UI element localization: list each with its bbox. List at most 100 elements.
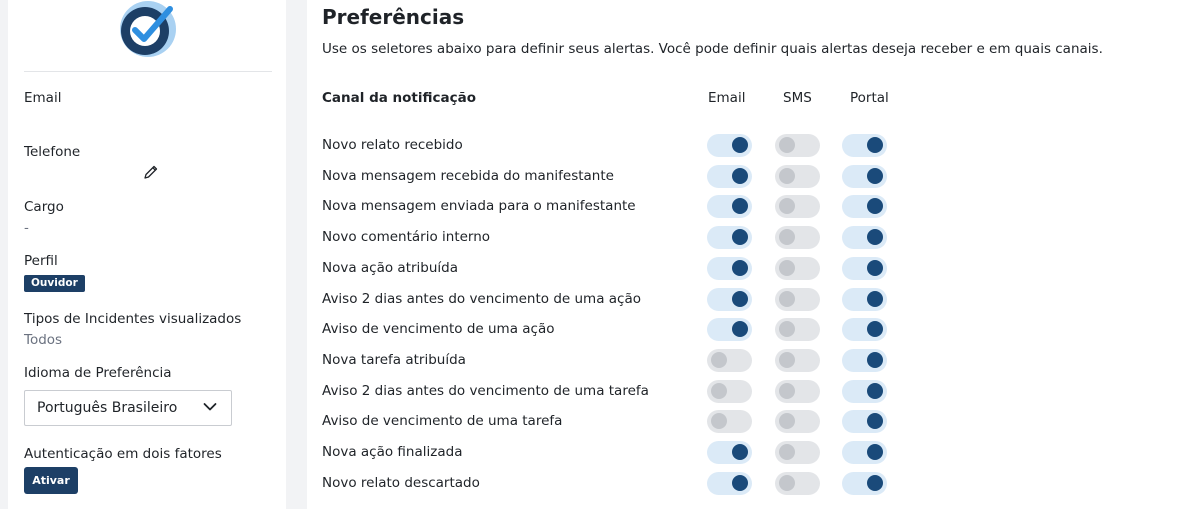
notification-row: Nova tarefa atribuída [307,345,1187,375]
notification-row-label: Novo comentário interno [322,229,491,245]
portal-toggle[interactable] [842,288,887,311]
portal-toggle[interactable] [842,226,887,249]
preferences-panel: Preferências Use os seletores abaixo par… [307,0,1187,509]
language-select-value: Português Brasileiro [37,400,178,416]
toggle-knob [732,168,748,184]
toggle-knob [867,352,883,368]
notification-row-label: Nova ação atribuída [322,260,459,276]
notification-row: Nova mensagem enviada para o manifestant… [307,191,1187,221]
email-toggle[interactable] [707,472,752,495]
email-toggle[interactable] [707,410,752,433]
email-toggle[interactable] [707,134,752,157]
notification-row: Nova mensagem recebida do manifestante [307,161,1187,191]
notification-row-label: Novo relato descartado [322,475,480,491]
toggle-knob [732,137,748,153]
sms-toggle[interactable] [775,226,820,249]
toggle-knob [867,229,883,245]
toggle-knob [779,260,795,276]
toggle-knob [732,229,748,245]
notification-row-label: Nova mensagem recebida do manifestante [322,168,614,184]
email-toggle[interactable] [707,441,752,464]
email-toggle[interactable] [707,165,752,188]
toggle-knob [732,198,748,214]
portal-toggle[interactable] [842,349,887,372]
email-toggle[interactable] [707,257,752,280]
toggle-knob [779,444,795,460]
toggle-knob [867,291,883,307]
pencil-icon[interactable] [143,164,159,180]
sms-toggle[interactable] [775,472,820,495]
sms-toggle[interactable] [775,349,820,372]
notification-row-label: Nova mensagem enviada para o manifestant… [322,198,636,214]
email-label: Email [24,90,62,106]
toggle-knob [779,352,795,368]
two-factor-label: Autenticação em dois fatores [24,446,222,462]
notification-row: Novo relato descartado [307,468,1187,498]
toggle-knob [867,198,883,214]
sms-toggle[interactable] [775,410,820,433]
portal-toggle[interactable] [842,134,887,157]
sms-toggle[interactable] [775,441,820,464]
incident-types-value: Todos [24,332,63,348]
toggle-knob [779,198,795,214]
language-select[interactable]: Português Brasileiro [24,390,232,426]
notification-row: Novo comentário interno [307,222,1187,252]
sms-toggle[interactable] [775,318,820,341]
sms-toggle[interactable] [775,195,820,218]
toggle-knob [779,229,795,245]
profile-badge: Ouvidor [24,275,85,292]
portal-toggle[interactable] [842,410,887,433]
toggle-knob [732,291,748,307]
column-header-email: Email [708,90,746,106]
column-header-channel: Canal da notificação [322,90,477,106]
profile-sidebar: Email Telefone Cargo - Perfil Ouvidor Ti… [8,0,286,509]
toggle-knob [779,168,795,184]
toggle-knob [732,260,748,276]
toggle-knob [867,475,883,491]
portal-toggle[interactable] [842,257,887,280]
toggle-knob [867,137,883,153]
chevron-down-icon [203,403,217,411]
notification-row-label: Aviso 2 dias antes do vencimento de uma … [322,291,641,307]
toggle-knob [711,352,727,368]
sms-toggle[interactable] [775,134,820,157]
email-toggle[interactable] [707,380,752,403]
email-toggle[interactable] [707,195,752,218]
perfil-label: Perfil [24,253,58,269]
portal-toggle[interactable] [842,318,887,341]
toggle-knob [732,321,748,337]
sms-toggle[interactable] [775,165,820,188]
toggle-knob [711,383,727,399]
sms-toggle[interactable] [775,257,820,280]
email-toggle[interactable] [707,318,752,341]
notification-row-label: Aviso de vencimento de uma tarefa [322,413,563,429]
toggle-knob [779,291,795,307]
toggle-knob [711,413,727,429]
toggle-knob [867,383,883,399]
notification-row-label: Aviso 2 dias antes do vencimento de uma … [322,383,649,399]
toggle-knob [732,444,748,460]
language-label: Idioma de Preferência [24,365,172,381]
sidebar-divider [24,71,272,72]
portal-toggle[interactable] [842,195,887,218]
notification-row: Aviso de vencimento de uma ação [307,314,1187,344]
notification-row: Nova ação atribuída [307,253,1187,283]
portal-toggle[interactable] [842,441,887,464]
notification-row-label: Nova tarefa atribuída [322,352,466,368]
toggle-knob [779,383,795,399]
notification-row: Nova ação finalizada [307,437,1187,467]
email-toggle[interactable] [707,226,752,249]
activate-2fa-button[interactable]: Ativar [24,467,78,494]
notification-row-label: Novo relato recebido [322,137,463,153]
email-toggle[interactable] [707,288,752,311]
column-header-portal: Portal [850,90,889,106]
column-header-sms: SMS [783,90,812,106]
email-toggle[interactable] [707,349,752,372]
sms-toggle[interactable] [775,288,820,311]
portal-toggle[interactable] [842,380,887,403]
notification-row: Aviso 2 dias antes do vencimento de uma … [307,376,1187,406]
portal-toggle[interactable] [842,472,887,495]
toggle-knob [779,413,795,429]
portal-toggle[interactable] [842,165,887,188]
sms-toggle[interactable] [775,380,820,403]
